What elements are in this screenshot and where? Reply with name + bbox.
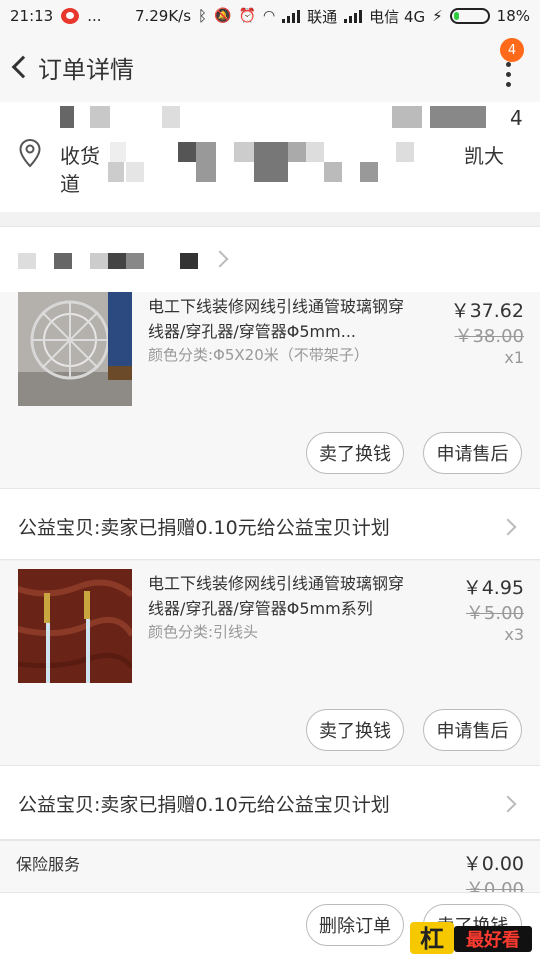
redacted-block bbox=[288, 142, 306, 162]
chevron-right-icon bbox=[499, 795, 517, 813]
redacted-block bbox=[108, 253, 126, 269]
address-receiver-label: 收货 bbox=[60, 144, 100, 168]
carrier-1: 联通 bbox=[307, 7, 338, 26]
svg-text:最好看: 最好看 bbox=[466, 929, 520, 951]
chevron-right-icon bbox=[211, 250, 229, 268]
svg-text:杠: 杠 bbox=[420, 925, 444, 953]
back-arrow-icon bbox=[11, 55, 35, 79]
redacted-block bbox=[324, 162, 342, 182]
product-thumbnail bbox=[18, 292, 132, 406]
redacted-block bbox=[126, 253, 144, 269]
signal-icon-2 bbox=[344, 9, 363, 23]
status-dots: ... bbox=[87, 7, 102, 25]
status-bar: 21:13 ... 7.29K/s ᛒ 🔕 ⏰ ◠ 联通 电信 4G ⚡ 18% bbox=[0, 0, 540, 32]
charity-text: 公益宝贝:卖家已捐赠0.10元给公益宝贝计划 bbox=[18, 794, 390, 816]
watermark-logo: 杠 最好看 bbox=[410, 922, 532, 954]
bottom-action-bar: 删除订单 卖了换钱 杠 最好看 bbox=[0, 892, 540, 960]
notification-badge: 4 bbox=[500, 38, 524, 62]
item-quantity: x3 bbox=[504, 625, 524, 644]
redacted-block bbox=[108, 162, 124, 182]
item-original-price: ￥5.00 bbox=[465, 603, 524, 624]
redacted-block bbox=[196, 142, 216, 182]
charity-row[interactable]: 公益宝贝:卖家已捐赠0.10元给公益宝贝计划 bbox=[0, 488, 540, 560]
redacted-block bbox=[90, 106, 110, 128]
wifi-icon: ◠ bbox=[262, 8, 276, 24]
shipping-address[interactable]: 4 收货 凯大 道 bbox=[0, 102, 540, 212]
signal-icon bbox=[282, 9, 301, 23]
item-original-price: ￥38.00 bbox=[454, 326, 524, 347]
alarm-icon: ⏰ bbox=[238, 8, 256, 24]
page-title: 订单详情 bbox=[38, 55, 134, 84]
charity-text: 公益宝贝:卖家已捐赠0.10元给公益宝贝计划 bbox=[18, 517, 390, 539]
order-item[interactable]: 电工下线装修网线引线通管玻璃钢穿线器/穿孔器/穿管器Φ5mm... 颜色分类:Φ… bbox=[0, 292, 540, 488]
redacted-block bbox=[392, 106, 422, 128]
item-spec: 颜色分类:Φ5X20米（不带架子） bbox=[148, 346, 369, 364]
weibo-icon bbox=[61, 8, 80, 24]
item-title: 电工下线装修网线引线通管玻璃钢穿线器/穿孔器/穿管器Φ5mm系列 bbox=[148, 574, 405, 618]
sell-item-button[interactable]: 卖了换钱 bbox=[306, 709, 404, 751]
item-spec: 颜色分类:引线头 bbox=[148, 623, 259, 641]
redacted-block bbox=[254, 142, 288, 182]
redacted-block bbox=[126, 162, 144, 182]
app-header: 订单详情 4 bbox=[0, 32, 540, 102]
redacted-block bbox=[162, 106, 180, 128]
item-price: ￥4.95 bbox=[462, 577, 524, 599]
redacted-block bbox=[54, 253, 72, 269]
bluetooth-icon: ᛒ bbox=[198, 7, 208, 25]
item-quantity: x1 bbox=[504, 348, 524, 367]
redacted-block bbox=[178, 142, 196, 162]
status-time: 21:13 bbox=[10, 7, 54, 25]
redacted-block bbox=[180, 253, 198, 269]
redacted-block bbox=[430, 106, 486, 128]
redacted-block bbox=[306, 142, 324, 162]
charity-row[interactable]: 公益宝贝:卖家已捐赠0.10元给公益宝贝计划 bbox=[0, 765, 540, 840]
insurance-label: 保险服务 bbox=[16, 855, 81, 874]
carrier-2: 电信 4G bbox=[369, 7, 426, 26]
location-pin-icon bbox=[19, 138, 41, 168]
redacted-block bbox=[18, 253, 36, 269]
address-street-fragment: 凯大 bbox=[464, 144, 504, 168]
redacted-block bbox=[234, 142, 254, 162]
chevron-right-icon bbox=[499, 518, 517, 536]
mute-bell-icon: 🔕 bbox=[214, 8, 232, 24]
after-sales-button[interactable]: 申请售后 bbox=[423, 709, 522, 751]
after-sales-button[interactable]: 申请售后 bbox=[423, 432, 522, 474]
item-price: ￥37.62 bbox=[450, 300, 524, 322]
address-road-fragment: 道 bbox=[60, 172, 80, 196]
insurance-price: ￥0.00 bbox=[462, 853, 524, 875]
redacted-block bbox=[360, 162, 378, 182]
product-thumbnail bbox=[18, 569, 132, 683]
order-item[interactable]: 电工下线装修网线引线通管玻璃钢穿线器/穿孔器/穿管器Φ5mm系列 颜色分类:引线… bbox=[0, 561, 540, 765]
redacted-block bbox=[60, 106, 74, 128]
delete-order-button[interactable]: 删除订单 bbox=[306, 904, 404, 946]
redacted-block bbox=[110, 142, 126, 162]
redacted-block bbox=[396, 142, 414, 162]
shop-row[interactable] bbox=[0, 226, 540, 292]
battery-percent: 18% bbox=[496, 7, 530, 25]
address-fragment: 4 bbox=[510, 106, 523, 130]
redacted-block bbox=[90, 253, 108, 269]
battery-icon bbox=[449, 8, 490, 24]
charging-icon: ⚡ bbox=[432, 7, 443, 25]
insurance-row: 保险服务 ￥0.00 ￥0.00 bbox=[0, 840, 540, 900]
network-speed: 7.29K/s bbox=[134, 7, 192, 25]
sell-item-button[interactable]: 卖了换钱 bbox=[306, 432, 404, 474]
back-button[interactable] bbox=[0, 32, 36, 102]
item-title: 电工下线装修网线引线通管玻璃钢穿线器/穿孔器/穿管器Φ5mm... bbox=[148, 297, 405, 341]
